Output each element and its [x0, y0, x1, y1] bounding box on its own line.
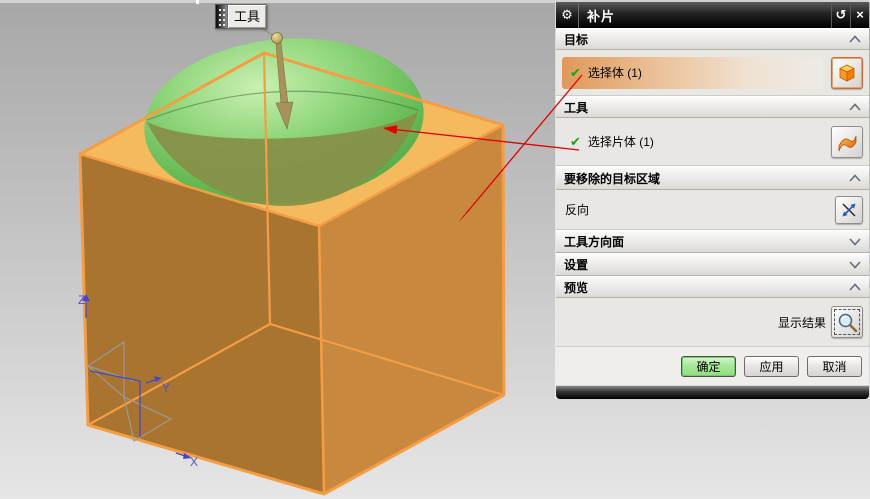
dialog-titlebar[interactable]: ⚙ 补片 ↺ ×: [556, 2, 869, 28]
chevron-up-icon[interactable]: [849, 174, 861, 182]
check-icon: ✔: [570, 133, 581, 149]
section-label-remove-region: 要移除的目标区域: [564, 171, 661, 186]
section-header-tool-direction[interactable]: 工具方向面: [556, 230, 869, 253]
dialog-footer: 确定 应用 取消: [556, 347, 869, 385]
chevron-up-icon[interactable]: [849, 103, 861, 111]
close-button[interactable]: ×: [850, 2, 869, 28]
magnifier-icon: [838, 313, 858, 333]
dialog-bottom-drag-bar[interactable]: [556, 385, 869, 399]
toolbar-grip-handle[interactable]: [215, 4, 227, 29]
section-label-settings: 设置: [564, 258, 589, 272]
patch-dialog: ⚙ 补片 ↺ × 目标 ✔ 选择体 (1) 工具 ✔ 选择片体 (1) 要移除的…: [556, 2, 869, 399]
reverse-label: 反向: [565, 203, 590, 217]
select-body-row[interactable]: ✔ 选择体 (1): [562, 56, 823, 89]
select-sheet-row[interactable]: ✔ 选择片体 (1): [562, 126, 823, 158]
preview-panel: 显示结果: [556, 298, 869, 347]
remove-region-panel: 反向: [556, 190, 869, 230]
check-icon: ✔: [570, 64, 581, 80]
top-edge-tick: [196, 0, 199, 4]
chevron-up-icon[interactable]: [849, 283, 861, 291]
reverse-direction-button[interactable]: [835, 195, 863, 224]
section-header-settings[interactable]: 设置: [556, 253, 869, 276]
section-label-preview: 预览: [564, 280, 589, 295]
apply-button[interactable]: 应用: [744, 355, 799, 377]
z-axis-label: Z: [78, 293, 85, 307]
reset-button[interactable]: ↺: [831, 2, 850, 28]
tool-panel: ✔ 选择片体 (1): [556, 118, 869, 166]
floating-toolbar-tools[interactable]: 工具: [215, 4, 268, 29]
section-header-remove-region[interactable]: 要移除的目标区域: [556, 166, 869, 190]
chevron-up-icon[interactable]: [849, 35, 861, 43]
handle-origin-ball[interactable]: [271, 32, 283, 44]
show-result-button[interactable]: [831, 306, 863, 338]
section-label-tool-direction: 工具方向面: [564, 235, 625, 249]
sheet-body-icon: [838, 135, 857, 151]
solid-body-cube-icon: [839, 64, 855, 82]
ok-button[interactable]: 确定: [681, 355, 736, 377]
y-axis-label: Y: [162, 381, 170, 395]
toolbar-title: 工具: [227, 4, 268, 29]
select-body-button[interactable]: [831, 56, 863, 89]
section-header-preview[interactable]: 预览: [556, 276, 869, 298]
cancel-button[interactable]: 取消: [807, 355, 862, 377]
show-result-label: 显示结果: [777, 315, 826, 330]
section-header-target[interactable]: 目标: [556, 28, 869, 50]
reverse-direction-icon: [842, 203, 856, 216]
chevron-down-icon[interactable]: [849, 237, 861, 246]
section-label-tool: 工具: [564, 100, 589, 115]
section-header-tool[interactable]: 工具: [556, 96, 869, 118]
section-label-target: 目标: [564, 32, 589, 47]
chevron-down-icon[interactable]: [849, 260, 861, 269]
dialog-menu-gear-icon[interactable]: ⚙: [556, 2, 579, 28]
select-body-label: 选择体 (1): [587, 66, 642, 80]
x-axis-label: X: [190, 455, 198, 469]
dialog-title: 补片: [587, 8, 616, 24]
select-sheet-button[interactable]: [831, 125, 863, 158]
target-panel: ✔ 选择体 (1): [556, 50, 869, 96]
select-sheet-label: 选择片体 (1): [587, 135, 654, 149]
